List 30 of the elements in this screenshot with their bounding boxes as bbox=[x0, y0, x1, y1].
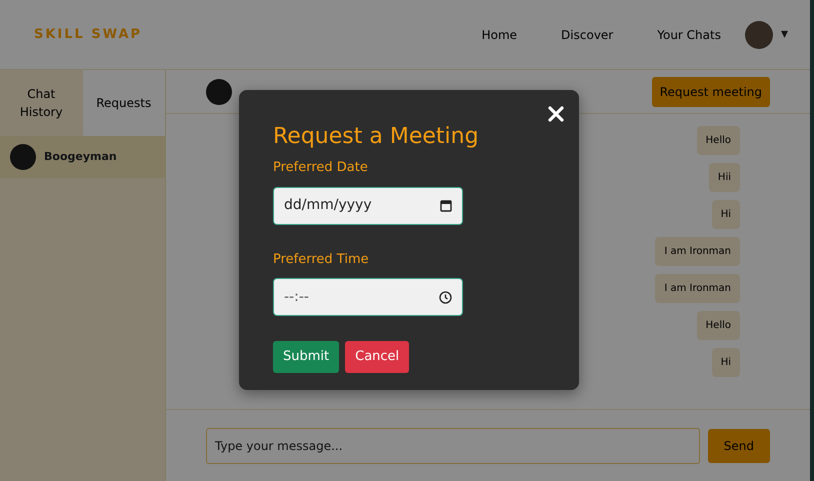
message-bubble: I am Ironman bbox=[655, 274, 740, 303]
clock-icon[interactable] bbox=[439, 290, 452, 304]
sidebar-tab[interactable]: Requests bbox=[82, 70, 165, 136]
request-meeting-button[interactable]: Request meeting bbox=[652, 76, 770, 106]
modal-title: Request a Meeting bbox=[273, 124, 480, 150]
message-bubble: Hi bbox=[712, 348, 740, 377]
contact-name: Boogeyman bbox=[44, 148, 117, 165]
date-field[interactable]: dd/mm/yyyy bbox=[273, 186, 463, 225]
message-bubble: Hello bbox=[696, 311, 740, 340]
send-button[interactable]: Send bbox=[708, 428, 770, 462]
close-icon[interactable] bbox=[548, 106, 564, 122]
nav-link[interactable]: Home bbox=[482, 26, 518, 44]
nav-link[interactable]: Your Chats bbox=[657, 26, 721, 44]
message-bubble: Hii bbox=[708, 163, 740, 192]
avatar-icon[interactable] bbox=[744, 20, 773, 48]
message-bubble: Hello bbox=[696, 126, 740, 155]
message-bubble: I am Ironman bbox=[655, 237, 740, 266]
contact-item[interactable]: Boogeyman bbox=[0, 136, 165, 178]
time-field[interactable]: --:-- bbox=[273, 278, 463, 316]
message-input[interactable]: Type your message... bbox=[206, 428, 700, 464]
cancel-button[interactable]: Cancel bbox=[345, 341, 410, 373]
field-label: Preferred Date bbox=[273, 159, 369, 178]
caret-icon[interactable]: ▾ bbox=[780, 24, 788, 45]
calendar-icon[interactable] bbox=[440, 199, 452, 212]
avatar-icon bbox=[206, 78, 232, 104]
avatar-icon bbox=[10, 144, 36, 170]
submit-button[interactable]: Submit bbox=[273, 341, 340, 373]
nav-link[interactable]: Discover bbox=[561, 26, 614, 44]
field-label: Preferred Time bbox=[273, 250, 370, 269]
message-bubble: Hi bbox=[712, 200, 740, 229]
